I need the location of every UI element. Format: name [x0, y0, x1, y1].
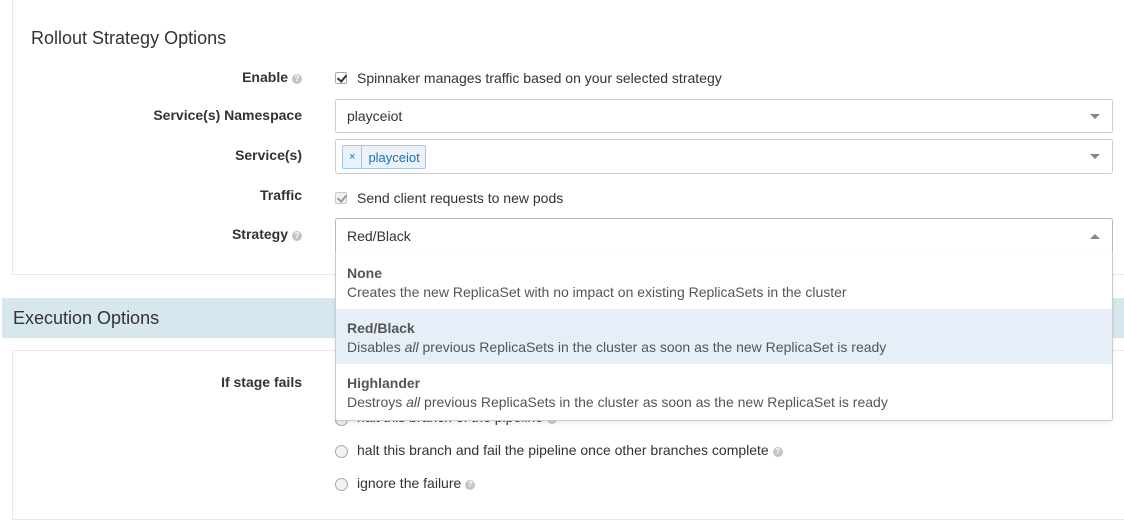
traffic-text: Send client requests to new pods	[357, 190, 564, 206]
option-description: Creates the new ReplicaSet with no impac…	[347, 284, 847, 300]
if-stage-fails-label: If stage fails	[221, 374, 302, 390]
enable-checkbox[interactable]	[335, 72, 347, 84]
services-label: Service(s)	[235, 147, 302, 163]
strategy-value: Red/Black	[347, 228, 411, 244]
radio-ignore-failure-text: ignore the failure	[357, 475, 462, 491]
radio-ignore-failure-label: ignore the failure?	[357, 475, 476, 491]
strategy-option-red-black[interactable]: Red/Black Disables all previous ReplicaS…	[336, 309, 1112, 364]
radio-halt-and-fail-text: halt this branch and fail the pipeline o…	[357, 442, 769, 458]
enable-text: Spinnaker manages traffic based on your …	[357, 70, 722, 86]
namespace-select[interactable]: playceiot	[335, 99, 1113, 133]
services-multiselect[interactable]: × playceiot	[335, 139, 1113, 174]
radio-ignore-failure[interactable]	[335, 478, 348, 491]
service-tag-label: playceiot	[368, 149, 420, 165]
help-icon[interactable]: ?	[292, 74, 302, 84]
option-name: Highlander	[347, 375, 421, 391]
namespace-value: playceiot	[347, 108, 403, 124]
radio-halt-and-fail[interactable]	[335, 445, 348, 458]
strategy-option-highlander[interactable]: Highlander Destroys all previous Replica…	[336, 364, 1112, 419]
remove-tag-icon[interactable]: ×	[343, 146, 363, 168]
service-tag: × playceiot	[342, 145, 426, 169]
chevron-up-icon	[1090, 234, 1100, 239]
help-icon[interactable]: ?	[292, 231, 302, 241]
option-description: Destroys all previous ReplicaSets in the…	[347, 394, 888, 410]
help-icon[interactable]: ?	[465, 480, 476, 490]
option-name: Red/Black	[347, 320, 415, 336]
traffic-label: Traffic	[259, 187, 302, 203]
option-name: None	[347, 265, 382, 281]
chevron-down-icon	[1090, 114, 1100, 119]
chevron-down-icon	[1090, 154, 1100, 159]
strategy-option-none[interactable]: None Creates the new ReplicaSet with no …	[336, 254, 1112, 309]
strategy-label: Strategy?	[232, 226, 302, 242]
traffic-checkbox[interactable]	[335, 192, 347, 204]
strategy-select[interactable]: Red/Black	[335, 218, 1113, 253]
section-title-execution: Execution Options	[13, 308, 160, 328]
namespace-label: Service(s) Namespace	[153, 107, 302, 123]
option-description: Disables all previous ReplicaSets in the…	[347, 339, 887, 355]
strategy-label-text: Strategy	[231, 226, 288, 242]
enable-label: Enable?	[242, 69, 302, 85]
section-title-rollout: Rollout Strategy Options	[31, 28, 227, 48]
help-icon[interactable]: ?	[772, 447, 783, 457]
strategy-dropdown-menu: None Creates the new ReplicaSet with no …	[335, 252, 1113, 421]
enable-label-text: Enable	[242, 69, 288, 85]
radio-halt-and-fail-label: halt this branch and fail the pipeline o…	[357, 442, 783, 458]
